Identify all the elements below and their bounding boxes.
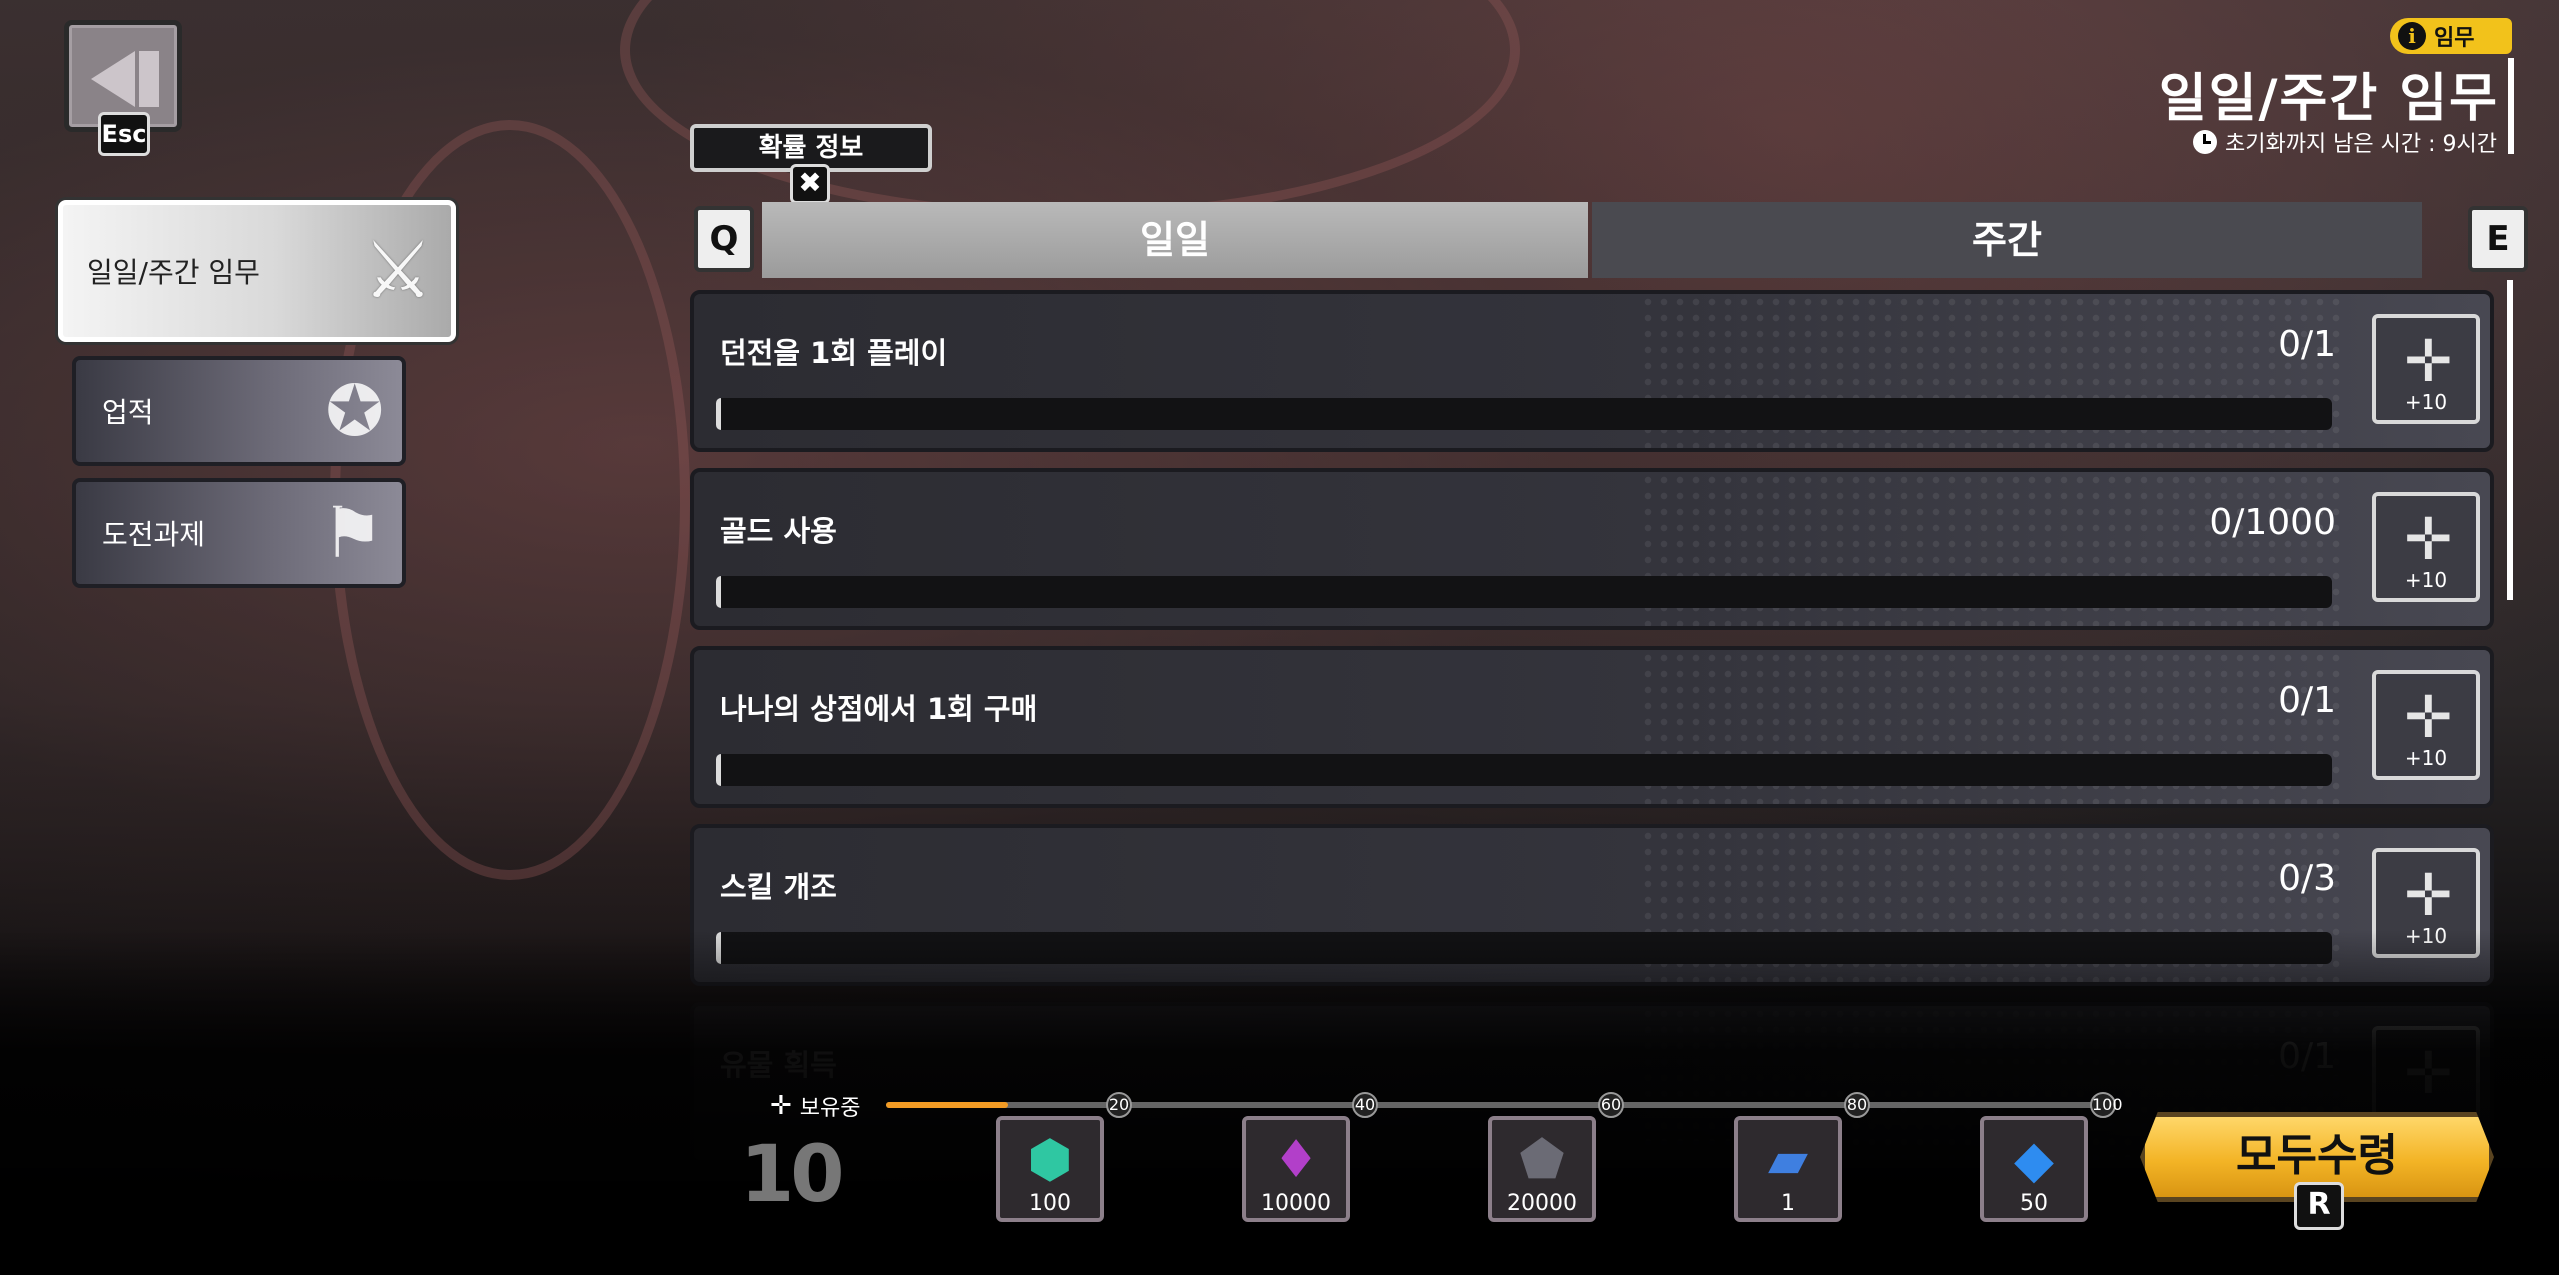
milestone-reward[interactable]: ⬟ 20000 [1488, 1116, 1596, 1222]
mission-row: 던전을 1회 플레이 0/1 ✛ +10 [690, 290, 2494, 452]
sidebar-item-label: 업적 [102, 396, 154, 429]
esc-key-hint: Esc [98, 112, 150, 156]
mission-reward-button[interactable]: ✛ +10 [2372, 670, 2480, 780]
mission-count: 0/1 [2278, 1036, 2336, 1077]
holding-label: ✛ 보유중 [770, 1091, 861, 1121]
sword-point-icon: ✛ [2404, 683, 2453, 751]
mission-progress-bar [716, 576, 2332, 608]
e-key-hint[interactable]: E [2468, 206, 2528, 272]
background-vine [620, 0, 1520, 220]
mission-progress-bar [716, 932, 2332, 964]
close-icon[interactable]: ✖ [790, 164, 830, 204]
info-icon: i [2398, 22, 2426, 50]
milestone-marker: 100 [2090, 1092, 2123, 1118]
q-key-hint[interactable]: Q [694, 206, 754, 272]
r-key-hint: R [2294, 1182, 2344, 1230]
mission-name: 나나의 상점에서 1회 구매 [720, 692, 1038, 726]
points-progress-track [886, 1102, 2104, 1108]
mission-name: 스킬 개조 [720, 870, 837, 904]
mission-reward-button[interactable]: ✛ +10 [2372, 492, 2480, 602]
mission-reward-button[interactable]: ✛ +10 [2372, 848, 2480, 958]
sword-point-icon: ✛ [2404, 505, 2453, 573]
back-arrow-icon [91, 51, 135, 107]
title-divider [2508, 58, 2514, 154]
sidebar-item-challenges[interactable]: 도전과제 ⚑ [72, 478, 406, 588]
rank-badge-icon: ✪ [325, 370, 384, 452]
scrollbar[interactable] [2507, 280, 2513, 600]
page-title: 일일/주간 임무 [2158, 69, 2499, 129]
dark-ore-icon: ⬟ [1519, 1130, 1565, 1190]
sidebar-item-achievements[interactable]: 업적 ✪ [72, 356, 406, 466]
mission-row: 스킬 개조 0/3 ✛ +10 [690, 824, 2494, 986]
reset-timer: 초기화까지 남은 시간 : 9시간 [2192, 126, 2497, 158]
milestone-marker: 20 [1106, 1092, 1132, 1118]
milestone-reward[interactable]: ⬢ 100 [996, 1116, 1104, 1222]
mission-row: 골드 사용 0/1000 ✛ +10 [690, 468, 2494, 630]
reward-amount: +10 [2404, 390, 2448, 414]
mission-info-badge[interactable]: i 임무 [2390, 18, 2512, 54]
tab-bar: Q 일일 주간 E [694, 202, 2528, 278]
mission-name: 유물 획득 [720, 1048, 837, 1082]
points-value: 10 [740, 1130, 845, 1220]
tab-daily[interactable]: 일일 [762, 202, 1588, 278]
reset-timer-text: 초기화까지 남은 시간 : 9시간 [2224, 132, 2497, 157]
mission-reward-button[interactable]: ✛ +10 [2372, 314, 2480, 424]
reward-amount: +10 [2404, 568, 2448, 592]
sword-point-icon: ✛ [2404, 861, 2453, 929]
milestone-reward[interactable]: ◆ 50 [1980, 1116, 2088, 1222]
milestone-reward[interactable]: ▰ 1 [1734, 1116, 1842, 1222]
milestone-marker: 60 [1598, 1092, 1624, 1118]
milestone-reward[interactable]: ♦ 10000 [1242, 1116, 1350, 1222]
sword-point-icon: ✛ [770, 1091, 792, 1121]
mission-row: 나나의 상점에서 1회 구매 0/1 ✛ +10 [690, 646, 2494, 808]
sword-point-icon: ✛ [2404, 1039, 2453, 1107]
milestone-marker: 40 [1352, 1092, 1378, 1118]
sidebar-item-label: 도전과제 [102, 518, 206, 551]
points-progress-fill [886, 1102, 1008, 1108]
mission-count: 0/1 [2278, 324, 2336, 365]
blue-ticket-icon: ▰ [1768, 1130, 1808, 1190]
mission-progress-bar [716, 398, 2332, 430]
mission-name: 골드 사용 [720, 514, 837, 548]
tab-weekly[interactable]: 주간 [1592, 202, 2422, 278]
mission-count: 0/1000 [2209, 502, 2336, 543]
purple-crystal-icon: ♦ [1272, 1130, 1320, 1190]
milestone-marker: 80 [1844, 1092, 1870, 1118]
crossed-swords-icon: ⚔ [363, 226, 433, 316]
mission-name: 던전을 1회 플레이 [720, 336, 948, 370]
mission-progress-bar [716, 754, 2332, 786]
sidebar-item-daily-weekly[interactable]: 일일/주간 임무 ⚔ [58, 200, 456, 342]
crossed-flags-icon: ⚑ [321, 492, 384, 574]
blue-diamond-icon: ◆ [2014, 1130, 2054, 1190]
mission-count: 0/3 [2278, 858, 2336, 899]
sword-point-icon: ✛ [2404, 327, 2453, 395]
reward-amount: +10 [2404, 924, 2448, 948]
reward-amount: +10 [2404, 746, 2448, 770]
mission-count: 0/1 [2278, 680, 2336, 721]
sidebar-item-label: 일일/주간 임무 [87, 256, 260, 289]
green-gem-icon: ⬢ [1027, 1130, 1073, 1190]
clock-icon [2192, 130, 2217, 154]
